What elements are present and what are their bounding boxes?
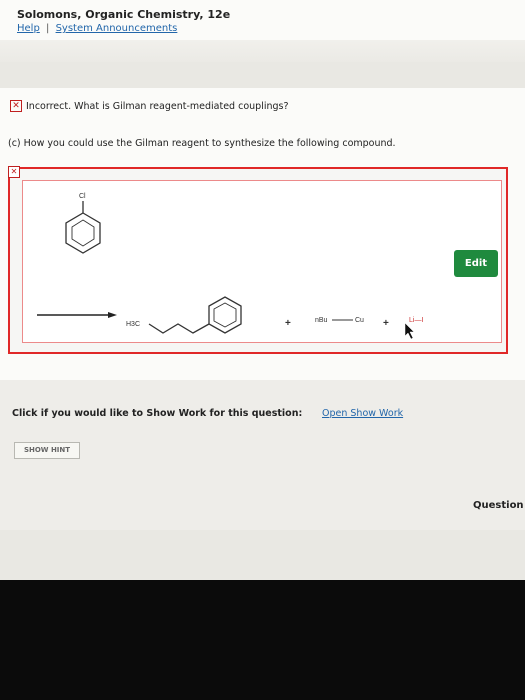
plus-sign-2: + [383, 318, 389, 329]
question-panel: ✕ Incorrect. What is Gilman reagent-medi… [0, 88, 525, 380]
status-message: Incorrect. What is Gilman reagent-mediat… [26, 100, 289, 112]
incorrect-x-icon: ✕ [10, 100, 22, 112]
h3c-label: H3C [126, 321, 140, 328]
open-show-work-link[interactable]: Open Show Work [322, 408, 403, 419]
mouse-cursor-icon [404, 322, 415, 340]
link-separator: | [46, 23, 50, 34]
nbu-label: nBu [315, 317, 328, 324]
product-chain [148, 296, 242, 334]
structure-drawing: Cl H3C + nBu Cu + Li—I [37, 193, 423, 340]
benzene-inner-product [213, 302, 237, 328]
show-work-prompt: Click if you would like to Show Work for… [12, 408, 303, 419]
edit-button[interactable]: Edit [454, 250, 498, 277]
answer-x-icon: ✕ [8, 166, 20, 178]
answer-frame: ✕ Cl H3C + nBu Cu + Li—I [8, 166, 508, 354]
benzene-inner-top [71, 219, 95, 247]
question-nav-link[interactable]: Question [473, 500, 524, 511]
status-line: ✕ Incorrect. What is Gilman reagent-medi… [10, 100, 289, 112]
cu-label: Cu [355, 317, 364, 324]
header-divider [0, 40, 525, 62]
plus-sign-1: + [285, 318, 291, 329]
book-title: Solomons, Organic Chemistry, 12e [17, 8, 231, 21]
li-i-label: Li—I [409, 317, 423, 324]
structure-canvas[interactable]: Cl H3C + nBu Cu + Li—I [22, 180, 502, 343]
chlorobenzene [65, 201, 101, 254]
help-link[interactable]: Help [17, 23, 40, 34]
device-bezel [0, 580, 525, 700]
header-links: Help | System Announcements [17, 23, 177, 34]
show-work-panel: Click if you would like to Show Work for… [0, 380, 525, 530]
show-hint-button[interactable]: SHOW HINT [14, 442, 80, 459]
cl-label: Cl [79, 193, 86, 200]
top-header: Solomons, Organic Chemistry, 12e Help | … [0, 0, 525, 40]
question-text: (c) How you could use the Gilman reagent… [8, 138, 396, 149]
benzene-ring-top [65, 212, 101, 254]
reaction-arrow [37, 312, 117, 318]
system-announcements-link[interactable]: System Announcements [56, 23, 178, 34]
